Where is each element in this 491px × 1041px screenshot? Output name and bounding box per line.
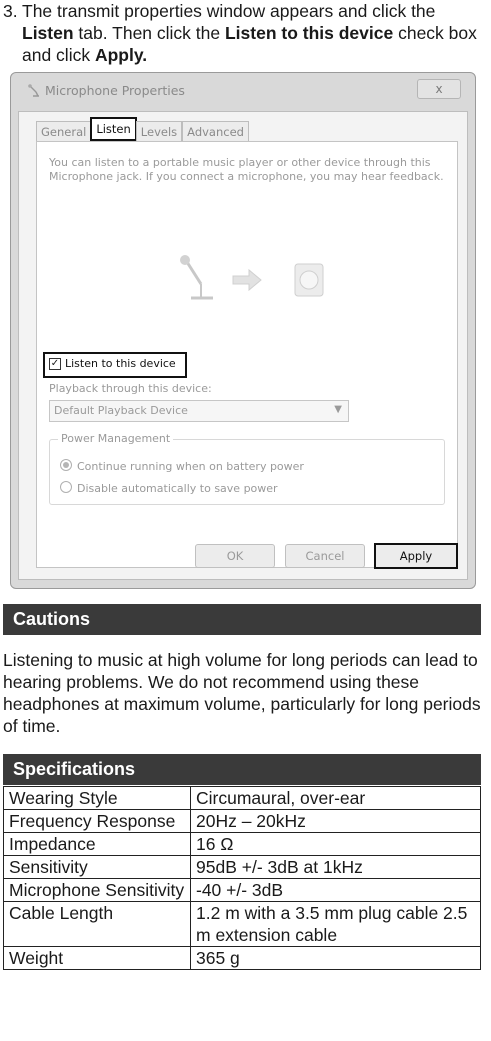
- table-row: Frequency Response 20Hz – 20kHz: [3, 809, 481, 833]
- speaker-icon: [294, 263, 324, 297]
- power-management-legend: Power Management: [58, 432, 174, 445]
- step-number: 3.: [3, 1, 18, 21]
- power-management-group: Power Management Continue running when o…: [49, 432, 445, 505]
- playback-label: Playback through this device:: [49, 382, 212, 395]
- specifications-header: Specifications: [3, 754, 481, 785]
- listen-panel: You can listen to a portable music playe…: [36, 141, 458, 568]
- chevron-down-icon: ▼: [334, 404, 342, 415]
- step-bold-listen: Listen: [22, 23, 74, 43]
- dialog-body: General Listen Levels Advanced You can l…: [18, 111, 468, 580]
- listen-illustration: [180, 255, 324, 300]
- dialog-title: Microphone Properties: [45, 83, 185, 98]
- spec-value: 95dB +/- 3dB at 1kHz: [190, 855, 481, 879]
- tab-strip: General Listen Levels Advanced: [36, 117, 249, 142]
- listen-to-device-label: Listen to this device: [65, 357, 176, 370]
- dialog-titlebar: Microphone Properties x: [11, 73, 475, 109]
- spec-key: Impedance: [3, 832, 191, 856]
- checkmark-icon: ✓: [49, 358, 61, 370]
- microphone-icon: [28, 84, 39, 97]
- playback-device-select[interactable]: Default Playback Device ▼: [49, 400, 349, 422]
- radio-continue-label: Continue running when on battery power: [77, 460, 304, 473]
- radio-disable-automatically[interactable]: Disable automatically to save power: [60, 481, 278, 495]
- close-button[interactable]: x: [417, 79, 461, 99]
- step-text-1: The transmit properties window appears a…: [22, 1, 436, 21]
- radio-continue-running[interactable]: Continue running when on battery power: [60, 459, 304, 473]
- microphone-properties-dialog: Microphone Properties x General Listen L…: [10, 72, 476, 589]
- playback-device-value: Default Playback Device: [54, 404, 188, 417]
- ok-button[interactable]: OK: [195, 544, 275, 568]
- cancel-button[interactable]: Cancel: [285, 544, 365, 568]
- spec-value: 16 Ω: [190, 832, 481, 856]
- table-row: Cable Length 1.2 m with a 3.5 mm plug cab…: [3, 901, 481, 947]
- table-row: Sensitivity 95dB +/- 3dB at 1kHz: [3, 855, 481, 879]
- spec-value: -40 +/- 3dB: [190, 878, 481, 902]
- tab-advanced[interactable]: Advanced: [182, 121, 249, 142]
- microphone-stand-icon: [180, 255, 213, 300]
- step-bold-apply: Apply.: [94, 45, 148, 65]
- arrow-right-icon: [232, 268, 262, 292]
- tab-listen[interactable]: Listen: [90, 117, 137, 141]
- radio-selected-icon: [60, 459, 72, 471]
- listen-to-device-checkbox[interactable]: ✓ Listen to this device: [43, 352, 187, 378]
- cautions-heading: Cautions: [13, 609, 91, 629]
- table-row: Impedance 16 Ω: [3, 832, 481, 856]
- spec-key: Sensitivity: [3, 855, 191, 879]
- spec-value: Circumaural, over-ear: [190, 786, 481, 810]
- spec-key: Microphone Sensitivity: [3, 878, 191, 902]
- radio-disable-label: Disable automatically to save power: [77, 482, 278, 495]
- cautions-text: Listening to music at high volume for lo…: [3, 650, 481, 736]
- tab-general[interactable]: General: [36, 121, 92, 142]
- table-row: Wearing Style Circumaural, over-ear: [3, 786, 481, 810]
- spec-value: 20Hz – 20kHz: [190, 809, 481, 833]
- step-bold-listen-device: Listen to this device: [224, 23, 394, 43]
- apply-button[interactable]: Apply: [374, 543, 458, 569]
- table-row: Microphone Sensitivity -40 +/- 3dB: [3, 878, 481, 902]
- table-row: Weight 365 g: [3, 946, 481, 970]
- step-instruction: 3. The transmit properties window appear…: [3, 0, 487, 66]
- specifications-heading: Specifications: [13, 759, 136, 779]
- spec-key: Wearing Style: [3, 786, 191, 810]
- spec-value: 1.2 m with a 3.5 mm plug cable 2.5 m ext…: [190, 901, 481, 947]
- step-text-2: tab. Then click the: [73, 23, 225, 43]
- listen-description: You can listen to a portable music playe…: [49, 156, 444, 183]
- specifications-table: Wearing Style Circumaural, over-ear Frequ…: [3, 786, 481, 970]
- radio-unselected-icon: [60, 481, 72, 493]
- spec-key: Frequency Response: [3, 809, 191, 833]
- tab-levels[interactable]: Levels: [135, 121, 183, 142]
- spec-key: Weight: [3, 946, 191, 970]
- spec-value: 365 g: [190, 946, 481, 970]
- cautions-header: Cautions: [3, 604, 481, 635]
- spec-key: Cable Length: [3, 901, 191, 947]
